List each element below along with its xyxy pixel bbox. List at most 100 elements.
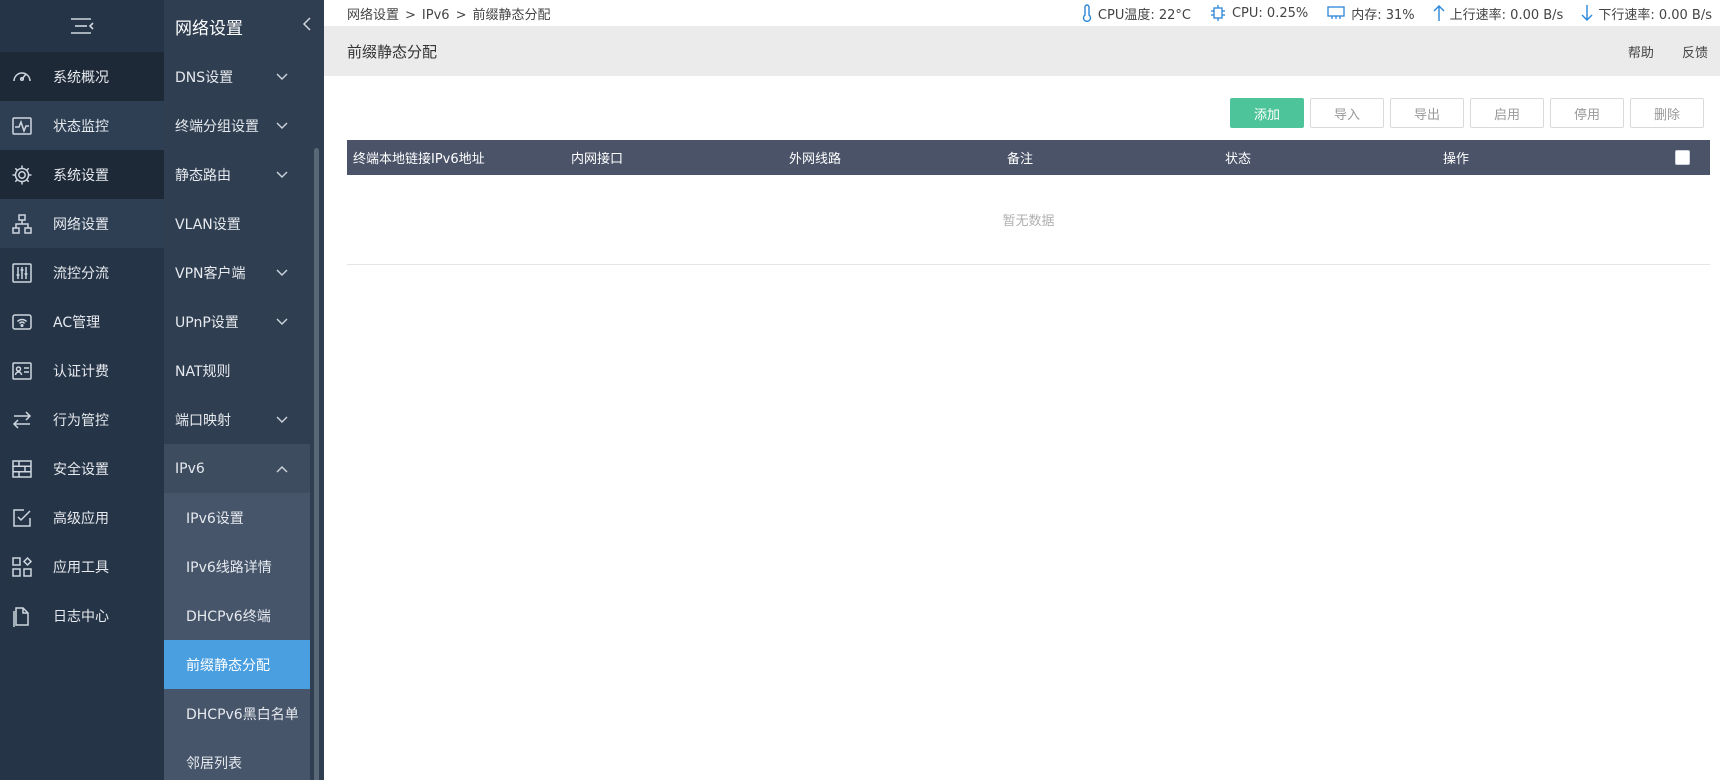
menu-collapse-icon xyxy=(71,18,94,34)
subnav-collapse-button[interactable] xyxy=(302,16,312,36)
subnav-title: 网络设置 xyxy=(175,18,243,39)
column-header-wan-line: 外网线路 xyxy=(789,152,842,167)
column-header-status: 状态 xyxy=(1225,152,1252,167)
empty-text: 暂无数据 xyxy=(1002,214,1055,229)
delete-button[interactable]: 删除 xyxy=(1630,98,1704,128)
subnav-subitem-label: IPv6设置 xyxy=(186,510,244,527)
download-rate-text: 下行速率: 0.00 B/s xyxy=(1598,7,1712,23)
subnav-item-ipv6[interactable]: IPv6 xyxy=(164,444,310,493)
sidebar-item-overview[interactable]: 系统概况 xyxy=(0,52,164,101)
feedback-link[interactable]: 反馈 xyxy=(1682,46,1708,61)
subnav-subitem-label: DHCPv6黑白名单 xyxy=(186,706,299,723)
subnav-item-vlan[interactable]: VLAN设置 xyxy=(164,199,310,248)
column-header-lan-interface: 内网接口 xyxy=(571,152,624,167)
sidebar-item-app-tools[interactable]: 应用工具 xyxy=(0,542,164,591)
memory-icon xyxy=(1327,6,1345,19)
subnav-item-label: VPN客户端 xyxy=(175,265,246,282)
export-button[interactable]: 导出 xyxy=(1390,98,1464,128)
subnav-item-dns[interactable]: DNS设置 xyxy=(164,52,310,101)
select-all-checkbox[interactable] xyxy=(1675,150,1690,165)
import-button[interactable]: 导入 xyxy=(1310,98,1384,128)
thermometer-icon xyxy=(1082,4,1092,22)
sidebar-item-system-settings[interactable]: 系统设置 xyxy=(0,150,164,199)
column-header-actions: 操作 xyxy=(1443,152,1470,167)
subnav-scrollbar[interactable] xyxy=(314,148,319,780)
breadcrumb-current: 前缀静态分配 xyxy=(472,7,551,23)
subnav-item-static-route[interactable]: 静态路由 xyxy=(164,150,310,199)
breadcrumb-item[interactable]: IPv6 xyxy=(422,8,450,23)
monitor-icon xyxy=(11,115,33,137)
subnav-item-label: DNS设置 xyxy=(175,69,234,86)
subnav-item-vpn-client[interactable]: VPN客户端 xyxy=(164,248,310,297)
subnav-subitem-dhcpv6-terminal[interactable]: DHCPv6终端 xyxy=(164,591,310,640)
action-toolbar: 添加 导入 导出 启用 停用 删除 xyxy=(1224,98,1704,128)
sidebar-item-monitor[interactable]: 状态监控 xyxy=(0,101,164,150)
chevron-down-icon xyxy=(276,122,288,129)
subnav-item-port-mapping[interactable]: 端口映射 xyxy=(164,395,310,444)
subnav-subitem-dhcpv6-blackwhite[interactable]: DHCPv6黑白名单 xyxy=(164,689,310,738)
sidebar-item-label: 行为管控 xyxy=(53,412,109,429)
swap-arrows-icon xyxy=(11,409,33,431)
sidebar-item-label: 状态监控 xyxy=(53,118,109,135)
menu-collapse-button[interactable] xyxy=(0,0,164,52)
sidebar-item-label: 网络设置 xyxy=(53,216,109,233)
system-stats: CPU温度: 22°C CPU: 0.25% 内存: 31% 上行速率: 0.0… xyxy=(1063,4,1712,23)
subnav-subitem-prefix-static[interactable]: 前缀静态分配 xyxy=(164,640,310,689)
sidebar-item-log-center[interactable]: 日志中心 xyxy=(0,591,164,640)
gear-icon xyxy=(11,164,33,186)
sidebar-item-label: 系统概况 xyxy=(53,69,109,86)
firewall-icon xyxy=(11,458,33,480)
cpu-temp-text: CPU温度: 22°C xyxy=(1097,7,1191,23)
sidebar-item-behavior-control[interactable]: 行为管控 xyxy=(0,395,164,444)
column-header-remark: 备注 xyxy=(1007,152,1034,167)
subnav-subitem-label: 前缀静态分配 xyxy=(186,657,270,674)
arrow-down-icon xyxy=(1581,5,1593,21)
sidebar-item-traffic-control[interactable]: 流控分流 xyxy=(0,248,164,297)
subnav-item-label: UPnP设置 xyxy=(175,314,239,331)
breadcrumb-separator: > xyxy=(455,7,467,23)
enable-button[interactable]: 启用 xyxy=(1470,98,1544,128)
subnav-item-label: 静态路由 xyxy=(175,167,231,184)
chevron-down-icon xyxy=(276,73,288,80)
subnav-subitem-label: DHCPv6终端 xyxy=(186,608,271,625)
sidebar-item-network-settings[interactable]: 网络设置 xyxy=(0,199,164,248)
checklist-icon xyxy=(11,507,33,529)
download-rate-stat: 下行速率: 0.00 B/s xyxy=(1581,4,1712,23)
breadcrumb-item[interactable]: 网络设置 xyxy=(347,8,399,23)
help-link[interactable]: 帮助 xyxy=(1628,46,1654,61)
breadcrumb-separator: > xyxy=(405,7,416,23)
sidebar-item-label: 安全设置 xyxy=(53,461,109,478)
cpu-chip-icon xyxy=(1210,5,1225,21)
subnav-item-label: NAT规则 xyxy=(175,363,231,380)
sidebar-item-ac-management[interactable]: AC管理 xyxy=(0,297,164,346)
memory-stat: 内存: 31% xyxy=(1326,4,1415,23)
subnav-subitem-neighbor-list[interactable]: 邻居列表 xyxy=(164,738,310,780)
chevron-down-icon xyxy=(276,416,288,423)
disable-button[interactable]: 停用 xyxy=(1550,98,1624,128)
subnav-item-label: 端口映射 xyxy=(175,412,231,429)
chevron-down-icon xyxy=(276,171,288,178)
memory-text: 内存: 31% xyxy=(1351,7,1415,23)
arrow-up-icon xyxy=(1433,5,1445,21)
cpu-usage-stat: CPU: 0.25% xyxy=(1209,4,1308,22)
subnav-item-terminal-group[interactable]: 终端分组设置 xyxy=(164,101,310,150)
document-icon xyxy=(11,605,33,627)
apps-icon xyxy=(11,556,33,578)
add-button[interactable]: 添加 xyxy=(1230,98,1304,128)
subnav-item-nat-rules[interactable]: NAT规则 xyxy=(164,346,310,395)
subnav-subitem-ipv6-settings[interactable]: IPv6设置 xyxy=(164,493,310,542)
sidebar-item-label: 认证计费 xyxy=(53,363,109,380)
subnav-item-upnp[interactable]: UPnP设置 xyxy=(164,297,310,346)
id-card-icon xyxy=(11,360,33,382)
sidebar-item-advanced[interactable]: 高级应用 xyxy=(0,493,164,542)
sidebar-item-label: 应用工具 xyxy=(53,559,109,576)
sidebar-item-label: 系统设置 xyxy=(53,167,109,184)
sidebar-item-security[interactable]: 安全设置 xyxy=(0,444,164,493)
subnav-header: 网络设置 xyxy=(164,0,324,52)
sidebar-item-auth-billing[interactable]: 认证计费 xyxy=(0,346,164,395)
chevron-left-icon xyxy=(302,17,311,31)
subnav-subitem-ipv6-line-details[interactable]: IPv6线路详情 xyxy=(164,542,310,591)
prefix-static-table: 终端本地链接IPv6地址 内网接口 外网线路 备注 状态 操作 暂无数据 xyxy=(347,140,1710,265)
sidebar-item-label: AC管理 xyxy=(53,314,101,331)
cpu-usage-text: CPU: 0.25% xyxy=(1231,5,1309,21)
